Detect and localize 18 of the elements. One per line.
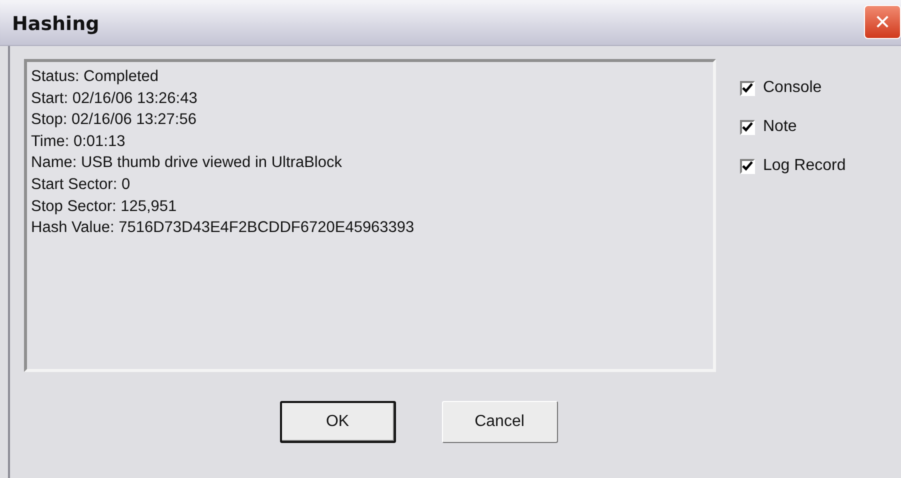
detail-line: Stop: 02/16/06 13:27:56: [31, 110, 196, 130]
detail-line: Start: 02/16/06 13:26:43: [31, 88, 198, 109]
detail-line: Status: Completed: [31, 67, 159, 87]
detail-line: Name: USB thumb drive viewed in UltraBlock: [31, 153, 342, 174]
detail-line: Stop Sector: 125,951: [31, 196, 177, 217]
checkbox-label[interactable]: Note: [763, 115, 797, 139]
detail-line: Start Sector: 0: [31, 174, 130, 195]
dialog-button[interactable]: OK: [280, 401, 396, 443]
checkbox[interactable]: [740, 158, 755, 174]
close-button[interactable]: ✕: [864, 4, 901, 38]
detail-line: Hash Value: 7516D73D43E4F2BCDDF6720E45963393: [31, 218, 414, 238]
dialog-button[interactable]: Cancel: [442, 401, 558, 443]
window-title: Hashing: [12, 12, 100, 38]
checkbox[interactable]: [740, 120, 755, 134]
checkbox-label[interactable]: Log Record: [763, 154, 846, 178]
checkbox[interactable]: [740, 80, 755, 96]
checkbox-label[interactable]: Console: [763, 76, 822, 100]
detail-line: Time: 0:01:13: [31, 132, 126, 152]
